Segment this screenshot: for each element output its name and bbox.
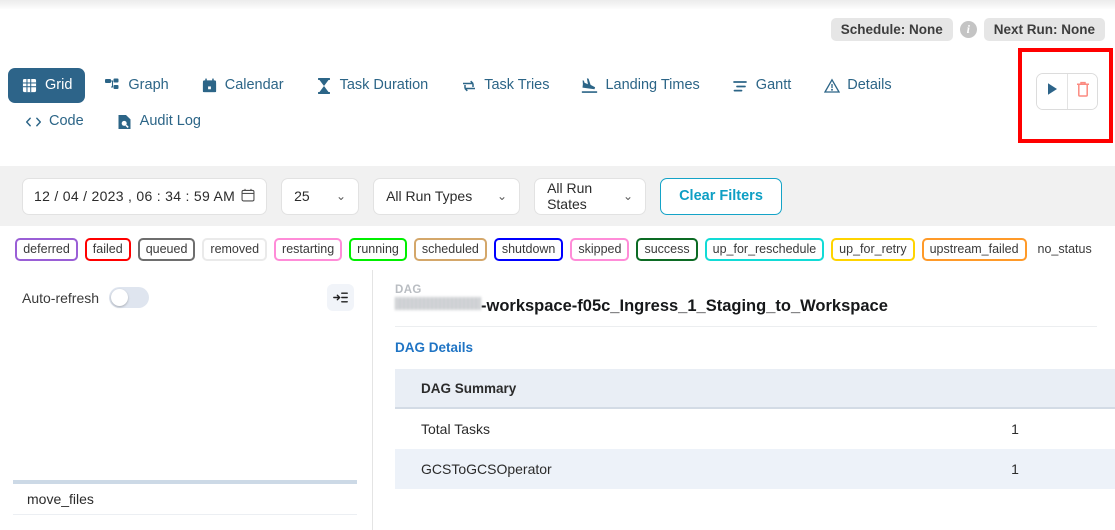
trash-icon	[1076, 81, 1090, 102]
landing-icon	[581, 77, 598, 94]
legend-chip-upstream-failed[interactable]: upstream_failed	[921, 237, 1027, 262]
calendar-icon[interactable]	[241, 188, 255, 205]
run-filters-bar: 12 / 04 / 2023 , 06 : 34 : 59 AM 25 ⌄ Al…	[0, 166, 1115, 226]
tab-graph-label: Graph	[128, 77, 169, 94]
dag-status-badges: Schedule: None i Next Run: None	[830, 18, 1105, 41]
dag-details-link[interactable]: DAG Details	[395, 340, 1115, 355]
tab-code-label: Code	[49, 113, 84, 130]
chevron-down-icon: ⌄	[497, 189, 508, 203]
delete-dag-button[interactable]	[1067, 74, 1097, 109]
gantt-icon	[732, 77, 749, 94]
row-value: 1	[1011, 461, 1019, 477]
run-type-value: All Run Types	[386, 188, 473, 204]
calendar-icon	[201, 77, 218, 94]
tab-landing-times-label: Landing Times	[605, 77, 700, 94]
window-top-band	[0, 0, 1115, 9]
run-limit-value: 25	[294, 188, 310, 204]
run-type-select[interactable]: All Run Types ⌄	[373, 177, 521, 215]
table-header-label: DAG Summary	[421, 380, 517, 396]
tab-details[interactable]: Details	[810, 68, 904, 103]
legend-chip-shutdown[interactable]: shutdown	[493, 237, 564, 262]
warning-triangle-icon	[823, 77, 840, 94]
chevron-down-icon: ⌄	[623, 189, 634, 203]
task-state-legend: deferred failed queued removed restarting run…	[0, 236, 1115, 263]
tab-audit-log-label: Audit Log	[139, 113, 201, 130]
legend-chip-running[interactable]: running	[349, 237, 407, 262]
title-divider	[395, 326, 1097, 327]
graph-icon	[104, 77, 121, 94]
run-state-select[interactable]: All Run States ⌄	[534, 177, 647, 215]
legend-chip-up-for-retry[interactable]: up_for_retry	[831, 237, 915, 262]
clear-filters-button[interactable]: Clear Filters	[660, 177, 782, 215]
legend-chip-scheduled[interactable]: scheduled	[413, 237, 487, 262]
play-icon	[1046, 82, 1059, 101]
legend-chip-skipped[interactable]: skipped	[570, 237, 630, 262]
legend-chip-up-for-reschedule[interactable]: up_for_reschedule	[704, 237, 825, 262]
tab-calendar-label: Calendar	[224, 77, 284, 94]
redacted-prefix	[395, 297, 481, 310]
task-list: move_files	[13, 480, 357, 515]
info-icon[interactable]: i	[959, 21, 977, 38]
task-row-move-files[interactable]: move_files	[13, 484, 357, 515]
audit-log-icon	[116, 113, 133, 130]
legend-chip-success[interactable]: success	[636, 237, 698, 262]
legend-chip-no-status[interactable]: no_status	[1033, 237, 1100, 262]
row-value: 1	[1011, 421, 1019, 437]
tab-task-tries[interactable]: Task Tries	[447, 68, 562, 103]
toggle-knob	[111, 289, 129, 306]
legend-chip-removed[interactable]: removed	[202, 237, 268, 262]
trigger-dag-button[interactable]	[1037, 74, 1067, 109]
tab-task-tries-label: Task Tries	[484, 77, 550, 94]
dag-summary-table: DAG Summary Total Tasks 1 GCSToGCSOperat…	[395, 369, 1115, 489]
collapse-panel-icon[interactable]	[327, 284, 354, 311]
tab-gantt[interactable]: Gantt	[719, 68, 804, 103]
grid-panel-header: Auto-refresh	[0, 270, 372, 311]
next-run-badge[interactable]: Next Run: None	[983, 18, 1105, 41]
legend-chip-failed[interactable]: failed	[84, 237, 131, 262]
tab-grid[interactable]: Grid	[8, 68, 86, 103]
table-header-row: DAG Summary	[395, 369, 1115, 409]
dag-view-tabs: Grid Graph Calendar Task Duration Task T…	[8, 68, 1008, 139]
auto-refresh-control[interactable]: Auto-refresh	[22, 287, 150, 308]
grid-icon	[21, 77, 38, 94]
tab-calendar[interactable]: Calendar	[188, 68, 297, 103]
hourglass-icon	[316, 77, 333, 94]
tab-landing-times[interactable]: Landing Times	[568, 68, 712, 103]
tab-task-duration-label: Task Duration	[339, 77, 429, 94]
tab-graph[interactable]: Graph	[91, 68, 181, 103]
dag-title-text: -workspace-f05c_Ingress_1_Staging_to_Wor…	[481, 297, 888, 315]
table-row: GCSToGCSOperator 1	[395, 449, 1115, 489]
tab-gantt-label: Gantt	[755, 77, 792, 94]
base-date-input[interactable]: 12 / 04 / 2023 , 06 : 34 : 59 AM	[22, 177, 268, 215]
retry-icon	[460, 77, 477, 94]
run-state-value: All Run States	[547, 180, 593, 212]
chevron-down-icon: ⌄	[336, 189, 347, 203]
grid-panel: Auto-refresh move_files	[0, 270, 373, 530]
table-row: Total Tasks 1	[395, 409, 1115, 449]
legend-chip-restarting[interactable]: restarting	[274, 237, 343, 262]
auto-refresh-label: Auto-refresh	[22, 289, 100, 306]
dag-actions-highlight	[1018, 48, 1113, 143]
legend-chip-queued[interactable]: queued	[137, 237, 196, 262]
dag-main-content: Auto-refresh move_files DAG -workspace-f…	[0, 270, 1115, 530]
tab-details-label: Details	[847, 77, 892, 94]
tab-grid-label: Grid	[45, 77, 73, 94]
tab-code[interactable]: Code	[12, 104, 97, 139]
dag-title: -workspace-f05c_Ingress_1_Staging_to_Wor…	[395, 297, 1115, 316]
tab-audit-log[interactable]: Audit Log	[103, 104, 214, 139]
run-limit-select[interactable]: 25 ⌄	[281, 177, 360, 215]
dag-kicker-label: DAG	[395, 284, 422, 296]
auto-refresh-toggle[interactable]	[109, 287, 150, 308]
dag-details-panel: DAG -workspace-f05c_Ingress_1_Staging_to…	[373, 270, 1115, 530]
dag-action-buttons	[1036, 73, 1098, 110]
code-icon	[25, 113, 42, 130]
base-date-value: 12 / 04 / 2023 , 06 : 34 : 59 AM	[34, 188, 236, 204]
tab-task-duration[interactable]: Task Duration	[303, 68, 442, 103]
schedule-badge[interactable]: Schedule: None	[830, 18, 953, 41]
row-label: GCSToGCSOperator	[421, 461, 552, 477]
legend-chip-deferred[interactable]: deferred	[15, 237, 78, 262]
row-label: Total Tasks	[421, 421, 490, 437]
